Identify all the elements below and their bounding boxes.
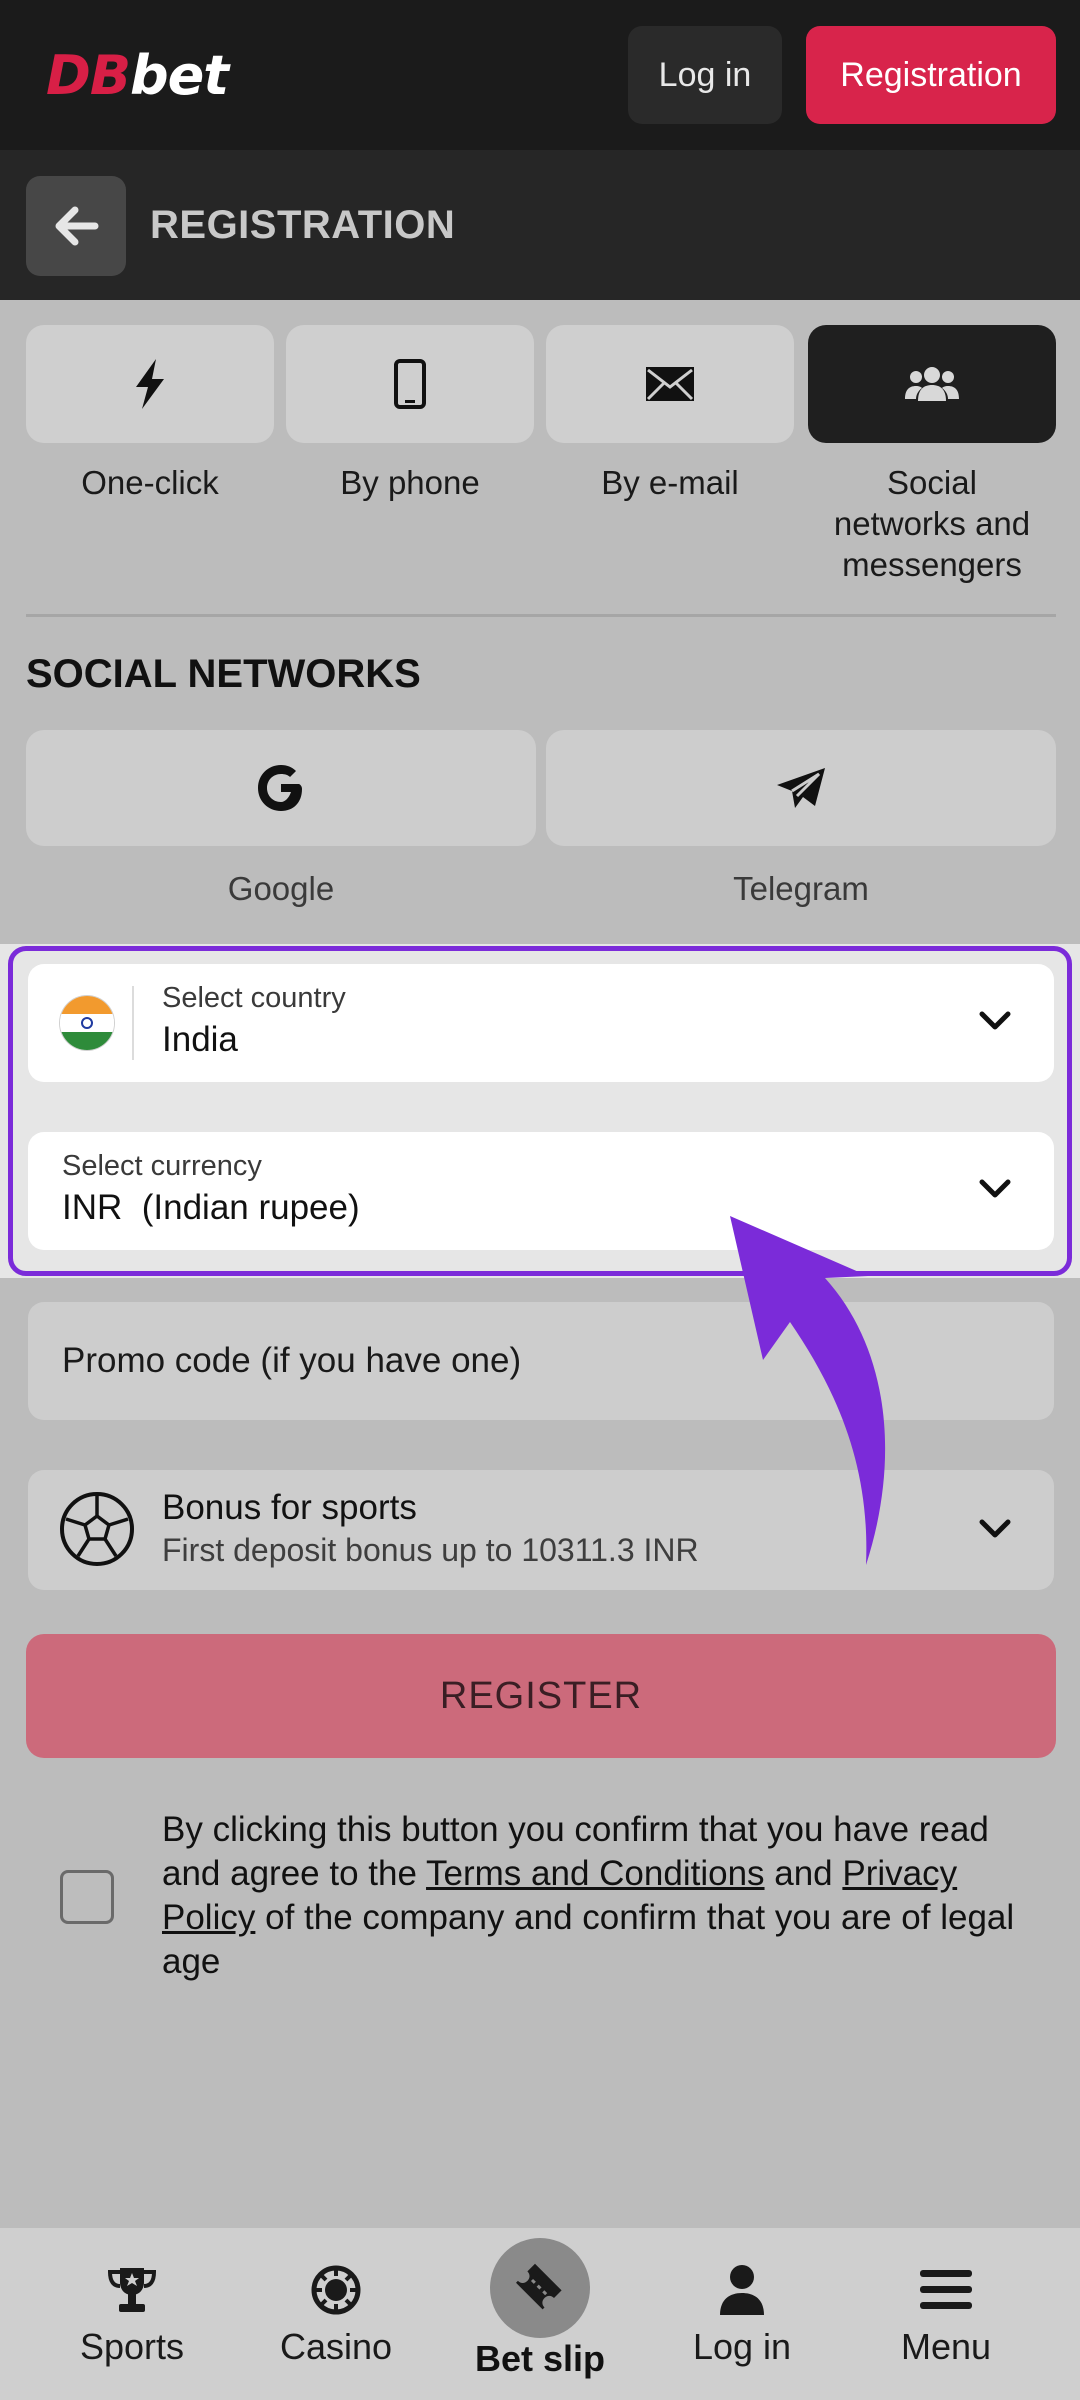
tab-label-one-click: One-click xyxy=(81,464,219,501)
lightning-icon xyxy=(136,359,164,409)
nav-menu[interactable]: Menu xyxy=(846,2228,1046,2400)
google-icon xyxy=(258,765,302,811)
nav-menu-label: Menu xyxy=(900,2326,992,2367)
telegram-icon xyxy=(777,768,825,808)
bonus-select[interactable]: Bonus for sports First deposit bonus up … xyxy=(28,1470,1054,1590)
tab-label-by-email: By e-mail xyxy=(601,464,739,501)
tab-social-networks[interactable] xyxy=(808,325,1056,443)
nav-betslip-label[interactable]: Bet slip xyxy=(440,2338,640,2380)
trophy-icon xyxy=(107,2268,157,2312)
nav-login-label: Log in xyxy=(692,2326,792,2367)
promo-code-input[interactable]: Promo code (if you have one) xyxy=(28,1302,1054,1420)
casino-chip-icon xyxy=(311,2265,361,2315)
social-networks-heading: SOCIAL NETWORKS xyxy=(26,652,421,696)
telegram-button[interactable] xyxy=(546,730,1056,846)
tab-by-phone[interactable] xyxy=(286,325,534,443)
register-button[interactable]: REGISTER xyxy=(26,1634,1056,1758)
bonus-title: Bonus for sports xyxy=(162,1488,417,1527)
nav-casino[interactable]: Casino xyxy=(236,2228,436,2400)
divider xyxy=(26,614,1056,617)
terms-link[interactable]: Terms and Conditions xyxy=(426,1854,765,1893)
back-button[interactable] xyxy=(26,176,126,276)
phone-icon xyxy=(394,359,426,409)
page-header: REGISTRATION xyxy=(0,150,1080,300)
nav-casino-label: Casino xyxy=(279,2326,393,2367)
nav-sports[interactable]: Sports xyxy=(32,2228,232,2400)
consent-text: By clicking this button you confirm that… xyxy=(162,1808,1042,1984)
logo-db-text: DB xyxy=(46,44,131,107)
highlight-frame xyxy=(8,946,1072,1276)
telegram-label: Telegram xyxy=(733,870,869,907)
consent-text-part: and xyxy=(764,1854,843,1893)
users-icon xyxy=(905,367,959,401)
top-header: DBbet Log in Registration xyxy=(0,0,1080,150)
nav-betslip[interactable] xyxy=(490,2238,590,2338)
logo-bet-text: bet xyxy=(129,44,229,107)
nav-sports-label: Sports xyxy=(79,2326,185,2367)
page-title: REGISTRATION xyxy=(150,202,456,247)
tab-by-email[interactable] xyxy=(546,325,794,443)
tab-label-social-networks: Social networks and messengers xyxy=(833,464,1031,583)
dbbet-logo[interactable]: DBbet xyxy=(46,44,229,107)
google-button[interactable] xyxy=(26,730,536,846)
user-icon xyxy=(720,2265,764,2315)
promo-code-placeholder: Promo code (if you have one) xyxy=(62,1341,522,1380)
envelope-icon xyxy=(646,367,694,401)
google-label: Google xyxy=(227,870,335,907)
tab-one-click[interactable] xyxy=(26,325,274,443)
chevron-down-icon xyxy=(979,1519,1011,1538)
menu-icon xyxy=(920,2270,972,2309)
bonus-subtitle: First deposit bonus up to 10311.3 INR xyxy=(162,1532,699,1568)
login-button[interactable]: Log in xyxy=(628,26,782,124)
nav-login[interactable]: Log in xyxy=(642,2228,842,2400)
soccer-ball-icon xyxy=(60,1492,134,1566)
ticket-icon xyxy=(516,2263,562,2310)
consent-text-part: of the company and confirm that you are … xyxy=(162,1898,1015,1981)
arrow-left-icon xyxy=(55,206,99,246)
tab-label-by-phone: By phone xyxy=(340,464,480,501)
consent-checkbox[interactable] xyxy=(60,1870,114,1924)
registration-button[interactable]: Registration xyxy=(806,26,1056,124)
